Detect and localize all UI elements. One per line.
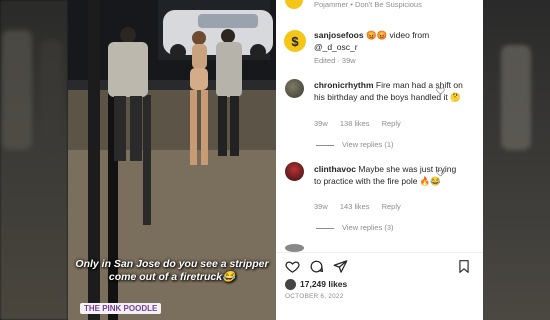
blurred-background-left: [0, 0, 68, 320]
comment-1-username[interactable]: chronicrhythm: [314, 80, 374, 90]
video-frame[interactable]: Only in San Jose do you see a stripper c…: [68, 0, 276, 320]
post-emojis: 😡😡: [365, 30, 388, 40]
comment-avatar[interactable]: [285, 79, 304, 98]
post-meta: Edited · 39w: [314, 56, 356, 65]
comment-1-age: 39w: [314, 119, 328, 128]
post-username[interactable]: sanjosefoos: [314, 30, 364, 40]
video-watermark: THE PINK POODLE: [80, 303, 162, 314]
comment-2-view-replies[interactable]: View replies (3): [316, 223, 394, 232]
comment-1-reply-button[interactable]: Reply: [382, 119, 401, 128]
share-icon[interactable]: [333, 259, 348, 274]
post-text: video from: [387, 30, 430, 40]
comment-2-heart-icon[interactable]: [436, 168, 445, 177]
comment-2-likes[interactable]: 143 likes: [340, 202, 370, 211]
comment-2-reply-button[interactable]: Reply: [382, 202, 401, 211]
liker-avatar[interactable]: [285, 279, 296, 290]
comment-1-meta: 39w 138 likes Reply: [314, 119, 411, 128]
comment-1-view-replies[interactable]: View replies (1): [316, 140, 394, 149]
comment-2-view-replies-label: View replies (3): [342, 223, 394, 232]
post-date: OCTOBER 6, 2022: [285, 293, 344, 300]
comment-2-age: 39w: [314, 202, 328, 211]
top-avatar[interactable]: [285, 0, 303, 9]
comment-1-view-replies-label: View replies (1): [342, 140, 394, 149]
heart-icon[interactable]: [285, 259, 300, 274]
comment-icon[interactable]: [309, 259, 324, 274]
actions-divider: [276, 252, 483, 253]
dollar-icon: $: [291, 34, 299, 48]
comment-1-likes[interactable]: 138 likes: [340, 119, 370, 128]
svg-text:$: $: [291, 34, 299, 48]
top-bar-text: Pojammer • Don't Be Suspicious: [314, 0, 422, 9]
likes-count[interactable]: 17,249 likes: [300, 279, 347, 289]
comment-avatar[interactable]: [285, 244, 304, 252]
blurred-background-right: [483, 0, 550, 320]
comment-2-username[interactable]: clinthavoc: [314, 164, 356, 174]
comment-1-heart-icon[interactable]: [436, 86, 445, 95]
bookmark-icon[interactable]: [457, 259, 471, 274]
comment-2-meta: 39w 143 likes Reply: [314, 202, 411, 211]
post-panel: Pojammer • Don't Be Suspicious $ sanjose…: [276, 0, 483, 320]
post-avatar[interactable]: $: [284, 30, 306, 52]
video-caption: Only in San Jose do you see a stripper c…: [75, 258, 269, 283]
comment-avatar[interactable]: [285, 162, 304, 181]
post-mention[interactable]: @_d_osc_r: [314, 42, 358, 52]
post-caption: sanjosefoos 😡😡 video from @_d_osc_r: [314, 30, 474, 53]
